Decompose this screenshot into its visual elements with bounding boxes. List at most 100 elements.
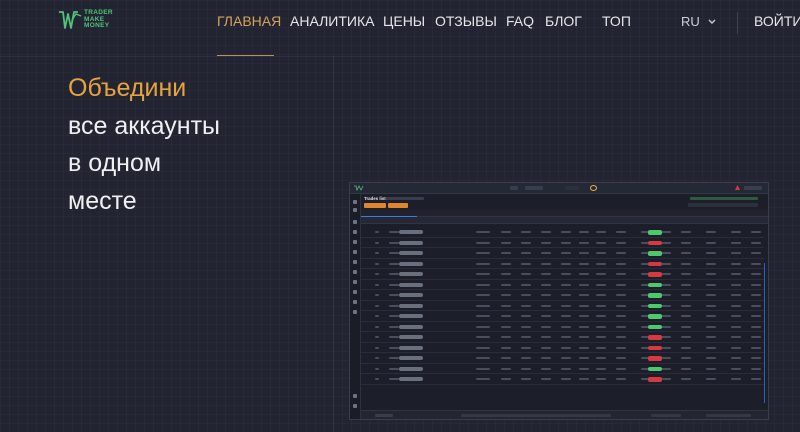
app-table-cell <box>541 336 551 338</box>
app-table-cell <box>681 231 691 233</box>
app-table-cell <box>521 378 531 380</box>
language-selector[interactable]: RU <box>681 14 716 29</box>
app-table-cell <box>596 346 606 349</box>
app-table-cell <box>596 252 606 254</box>
app-tag-pill <box>399 314 423 318</box>
app-table-cell <box>751 367 761 370</box>
app-table-cell <box>706 325 716 328</box>
app-table-cell <box>561 283 571 286</box>
nav-item-analytics[interactable]: АНАЛИТИКА <box>290 13 374 29</box>
app-table-cell <box>681 294 691 296</box>
app-table-cell <box>541 262 551 265</box>
app-table-cell <box>476 273 490 275</box>
app-table-cell <box>476 346 490 349</box>
app-table-cell <box>616 273 626 275</box>
app-table-cell <box>501 357 511 359</box>
brand-line-3: MONEY <box>84 22 110 30</box>
app-table-cell <box>476 325 490 328</box>
app-table-cell <box>521 304 531 307</box>
app-table-cell <box>706 304 716 307</box>
app-table-cell <box>616 304 626 307</box>
app-table-cell <box>375 294 379 296</box>
app-orange-button <box>388 203 408 208</box>
app-table-cell <box>521 241 531 244</box>
app-table-cell <box>389 378 399 380</box>
nav-item-blog[interactable]: БЛОГ <box>545 13 582 29</box>
app-table-row <box>361 364 764 374</box>
app-table-cell <box>681 367 691 370</box>
app-table-cell <box>579 357 589 359</box>
brand-logo[interactable]: TRADER MAKE MONEY <box>58 8 113 32</box>
app-status-pill <box>648 356 662 361</box>
app-table-cell <box>476 357 490 359</box>
app-table-cell <box>389 367 399 370</box>
app-table-cell <box>476 294 490 296</box>
app-table-cell <box>579 294 589 296</box>
app-table-cell <box>596 367 606 370</box>
footer-placeholder <box>461 414 611 417</box>
login-link[interactable]: ВОЙТИ <box>754 13 800 29</box>
gauge-icon <box>590 185 597 191</box>
app-table-cell <box>541 346 551 349</box>
app-table-cell <box>706 231 716 233</box>
app-table-cell <box>476 315 490 317</box>
app-table-cell <box>616 325 626 328</box>
app-table-cell <box>596 273 606 275</box>
app-table-cell <box>561 294 571 296</box>
app-table-cell <box>476 378 490 380</box>
app-table-cell <box>596 357 606 359</box>
app-table-cell <box>375 367 379 370</box>
nav-item-prices[interactable]: ЦЕНЫ <box>383 13 425 29</box>
app-table-cell <box>375 325 379 328</box>
app-tag-pill <box>399 230 423 234</box>
nav-item-home[interactable]: ГЛАВНАЯ <box>217 13 281 29</box>
nav-item-top[interactable]: ТОП <box>602 13 631 29</box>
app-table-cell <box>661 294 671 296</box>
app-table-cell <box>661 262 671 265</box>
app-table-cell <box>596 231 606 233</box>
app-table-cell <box>476 262 490 265</box>
app-table-cell <box>731 241 741 244</box>
app-table-cell <box>375 315 379 317</box>
app-table-cell <box>501 304 511 307</box>
app-table-cell <box>751 304 761 307</box>
app-scrollbar <box>763 263 765 403</box>
app-subtitle-placeholder <box>386 197 424 200</box>
app-table-cell <box>706 262 716 265</box>
header-divider <box>737 12 738 34</box>
app-tag-pill <box>399 335 423 339</box>
app-table-cell <box>661 315 671 317</box>
app-table-cell <box>561 241 571 244</box>
app-tag-pill <box>399 345 423 350</box>
nav-item-faq[interactable]: FAQ <box>506 13 534 29</box>
app-table-cell <box>521 325 531 328</box>
app-table-cell <box>389 252 399 254</box>
app-tag-pill <box>399 240 423 245</box>
app-table-cell <box>541 231 551 233</box>
sidebar-icon <box>353 200 357 204</box>
app-table-cell <box>661 378 671 380</box>
app-table-cell <box>501 252 511 254</box>
app-table-cell <box>521 262 531 265</box>
app-table-cell <box>375 346 379 349</box>
nav-item-reviews[interactable]: ОТЗЫВЫ <box>435 13 497 29</box>
app-table-cell <box>706 283 716 286</box>
app-table-cell <box>681 378 691 380</box>
sidebar-icon <box>353 260 357 264</box>
app-toolbar-chip <box>525 186 543 190</box>
app-table-cell <box>521 273 531 275</box>
app-status-pill <box>648 272 662 277</box>
app-tag-pill <box>399 261 423 266</box>
app-table-cell <box>751 283 761 286</box>
app-table-cell <box>541 273 551 275</box>
app-table-cell <box>561 304 571 307</box>
app-table-cell <box>561 262 571 265</box>
app-table-cell <box>596 304 606 307</box>
app-table-cell <box>681 262 691 265</box>
app-table-cell <box>541 304 551 307</box>
app-table-cell <box>706 346 716 349</box>
app-table-row <box>361 332 764 343</box>
sidebar-icon <box>353 300 357 304</box>
app-table-cell <box>681 273 691 275</box>
app-table-cell <box>579 378 589 380</box>
